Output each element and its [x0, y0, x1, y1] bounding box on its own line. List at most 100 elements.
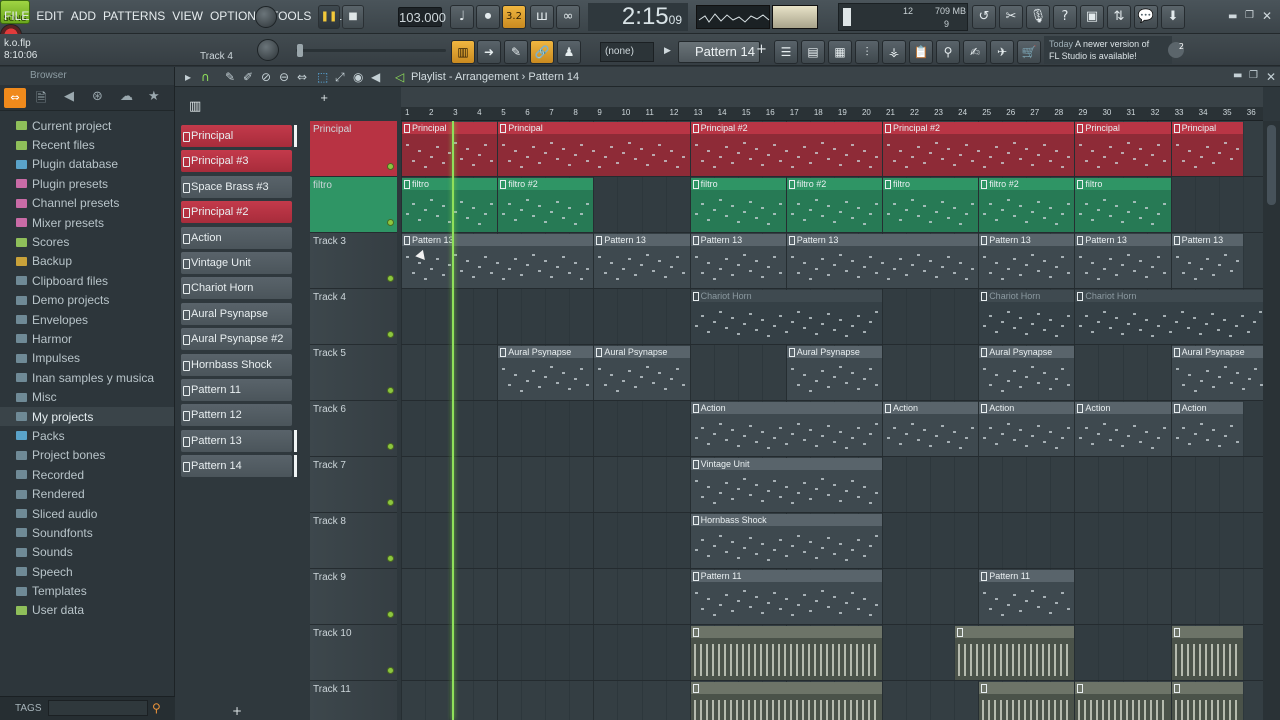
- browser-item[interactable]: Sliced audio: [0, 504, 174, 523]
- pattern-clip[interactable]: [979, 682, 1075, 720]
- browser-item[interactable]: Demo projects: [0, 291, 174, 310]
- plugin-icon[interactable]: ⚲: [936, 40, 960, 64]
- pattern-clip[interactable]: Pattern 13: [979, 234, 1075, 288]
- pattern-clip[interactable]: Action: [883, 402, 979, 456]
- browser-item[interactable]: Rendered: [0, 484, 174, 503]
- browser-item[interactable]: Mixer presets: [0, 213, 174, 232]
- browser-item[interactable]: Clipboard files: [0, 271, 174, 290]
- pattern-clip[interactable]: Pattern 13: [1171, 234, 1243, 288]
- track-enable-icon[interactable]: [387, 163, 394, 170]
- pattern-item[interactable]: Principal #3: [181, 150, 292, 173]
- menu-edit[interactable]: EDIT: [36, 9, 63, 23]
- track-enable-icon[interactable]: [387, 387, 394, 394]
- undo-icon[interactable]: ↺: [972, 5, 996, 29]
- pattern-item[interactable]: Pattern 11: [181, 379, 292, 401]
- browser-all-icon[interactable]: ⇔: [4, 88, 26, 108]
- cart-icon[interactable]: 🛒: [1017, 40, 1041, 64]
- pattern-clip[interactable]: Principal: [1075, 122, 1171, 176]
- pattern-selector[interactable]: Pattern 14: [678, 41, 760, 63]
- menu-view[interactable]: VIEW: [172, 9, 203, 23]
- clipboard-icon[interactable]: 📋: [909, 40, 933, 64]
- track-enable-icon[interactable]: [387, 275, 394, 282]
- pattern-clip[interactable]: Action: [1075, 402, 1171, 456]
- pattern-clip[interactable]: [1171, 626, 1243, 680]
- browser-star-icon[interactable]: ★: [148, 89, 160, 104]
- track-enable-icon[interactable]: [387, 667, 394, 674]
- playlist-play-icon[interactable]: ◁: [395, 70, 404, 84]
- pattern-clip[interactable]: filtro #2: [979, 178, 1075, 232]
- snap-select[interactable]: (none): [600, 42, 654, 62]
- menu-add[interactable]: ADD: [71, 9, 96, 23]
- playlist-close-icon[interactable]: ✕: [1266, 70, 1276, 84]
- track-enable-icon[interactable]: [387, 331, 394, 338]
- browser-plugin-icon[interactable]: ⊛: [92, 89, 103, 104]
- mute-icon[interactable]: ⊖: [279, 70, 289, 84]
- capture-icon[interactable]: ✈: [990, 40, 1014, 64]
- browser-item[interactable]: Project bones: [0, 446, 174, 465]
- magnet-icon[interactable]: ∩: [201, 70, 210, 84]
- menu-file[interactable]: FILE: [4, 9, 29, 23]
- master-volume-knob[interactable]: [255, 6, 277, 28]
- delete-icon[interactable]: ⊘: [261, 70, 271, 84]
- brush-icon[interactable]: ✍: [963, 40, 987, 64]
- loop-record-icon[interactable]: ∞: [556, 5, 580, 29]
- pattern-item[interactable]: Chariot Horn: [181, 277, 292, 300]
- chat-icon[interactable]: 💬: [1134, 5, 1158, 29]
- pattern-clip[interactable]: Vintage Unit: [690, 458, 882, 512]
- pattern-clip[interactable]: Action: [979, 402, 1075, 456]
- arrangement-grid[interactable]: Principal Principal Principal #2 Principal …: [401, 121, 1263, 720]
- piano-icon[interactable]: ▥: [189, 99, 201, 114]
- menu-tools[interactable]: TOOLS: [271, 9, 311, 23]
- browser-item[interactable]: Harmor: [0, 329, 174, 348]
- news-panel[interactable]: Today A newer version of FL Studio is av…: [1044, 36, 1172, 64]
- master-pitch-knob[interactable]: [257, 39, 279, 61]
- pattern-clip[interactable]: Pattern 13: [594, 234, 690, 288]
- pitch-slider-handle[interactable]: [297, 44, 303, 57]
- mixer-view-icon[interactable]: ⫶: [855, 40, 879, 64]
- track-header[interactable]: Track 10: [310, 625, 397, 681]
- browser-item[interactable]: Channel presets: [0, 194, 174, 213]
- pattern-clip[interactable]: Pattern 13: [690, 234, 786, 288]
- track-header[interactable]: Track 7: [310, 457, 397, 513]
- download-icon[interactable]: ⬇: [1161, 5, 1185, 29]
- track-header[interactable]: Track 3: [310, 233, 397, 289]
- track-header[interactable]: Track 5: [310, 345, 397, 401]
- arrow-right-icon[interactable]: ➜: [477, 40, 501, 64]
- pattern-clip[interactable]: filtro: [690, 178, 786, 232]
- pattern-item[interactable]: Pattern 13: [181, 429, 297, 452]
- pattern-clip[interactable]: [690, 682, 882, 720]
- tags-search-input[interactable]: [48, 700, 148, 716]
- browser-item[interactable]: Speech: [0, 562, 174, 581]
- pattern-clip[interactable]: filtro: [402, 178, 498, 232]
- track-header[interactable]: Track 11: [310, 681, 397, 720]
- pattern-clip[interactable]: Chariot Horn: [690, 290, 882, 344]
- pattern-clip[interactable]: Aural Psynapse: [1171, 346, 1263, 400]
- browser-item[interactable]: Impulses: [0, 349, 174, 368]
- playlist-minimize-icon[interactable]: ▬: [1233, 70, 1242, 81]
- browser-item[interactable]: Plugin database: [0, 155, 174, 174]
- piano-roll-view-icon[interactable]: ▦: [828, 40, 852, 64]
- pattern-clip[interactable]: Chariot Horn: [1075, 290, 1263, 344]
- stop-button[interactable]: ■: [342, 5, 364, 29]
- pencil-icon[interactable]: ✎: [504, 40, 528, 64]
- pattern-clip[interactable]: Pattern 13: [1075, 234, 1171, 288]
- playback-icon[interactable]: ◉: [353, 70, 363, 84]
- pattern-clip[interactable]: Pattern 11: [690, 570, 882, 624]
- browser-cloud-icon[interactable]: ☁: [120, 89, 133, 104]
- channel-rack-icon[interactable]: ▤: [801, 40, 825, 64]
- maximize-icon[interactable]: ❐: [1245, 10, 1254, 21]
- pattern-clip[interactable]: Hornbass Shock: [690, 514, 882, 568]
- zoom-icon[interactable]: ⤢: [335, 70, 345, 85]
- track-enable-icon[interactable]: [387, 555, 394, 562]
- browser-item[interactable]: User data: [0, 601, 174, 620]
- browser-item[interactable]: Packs: [0, 426, 174, 445]
- countdown-icon[interactable]: 3.2: [502, 5, 526, 29]
- add-pattern-icon[interactable]: +: [232, 704, 242, 718]
- playlist-icon[interactable]: ☰: [774, 40, 798, 64]
- track-header[interactable]: Principal: [310, 121, 397, 177]
- browser-file-icon[interactable]: 🗎: [36, 89, 46, 111]
- pattern-clip[interactable]: Principal #2: [883, 122, 1075, 176]
- pattern-prev-icon[interactable]: ▶: [664, 46, 671, 56]
- tree-icon[interactable]: ⚶: [882, 40, 906, 64]
- select-icon[interactable]: ⬚: [317, 70, 328, 84]
